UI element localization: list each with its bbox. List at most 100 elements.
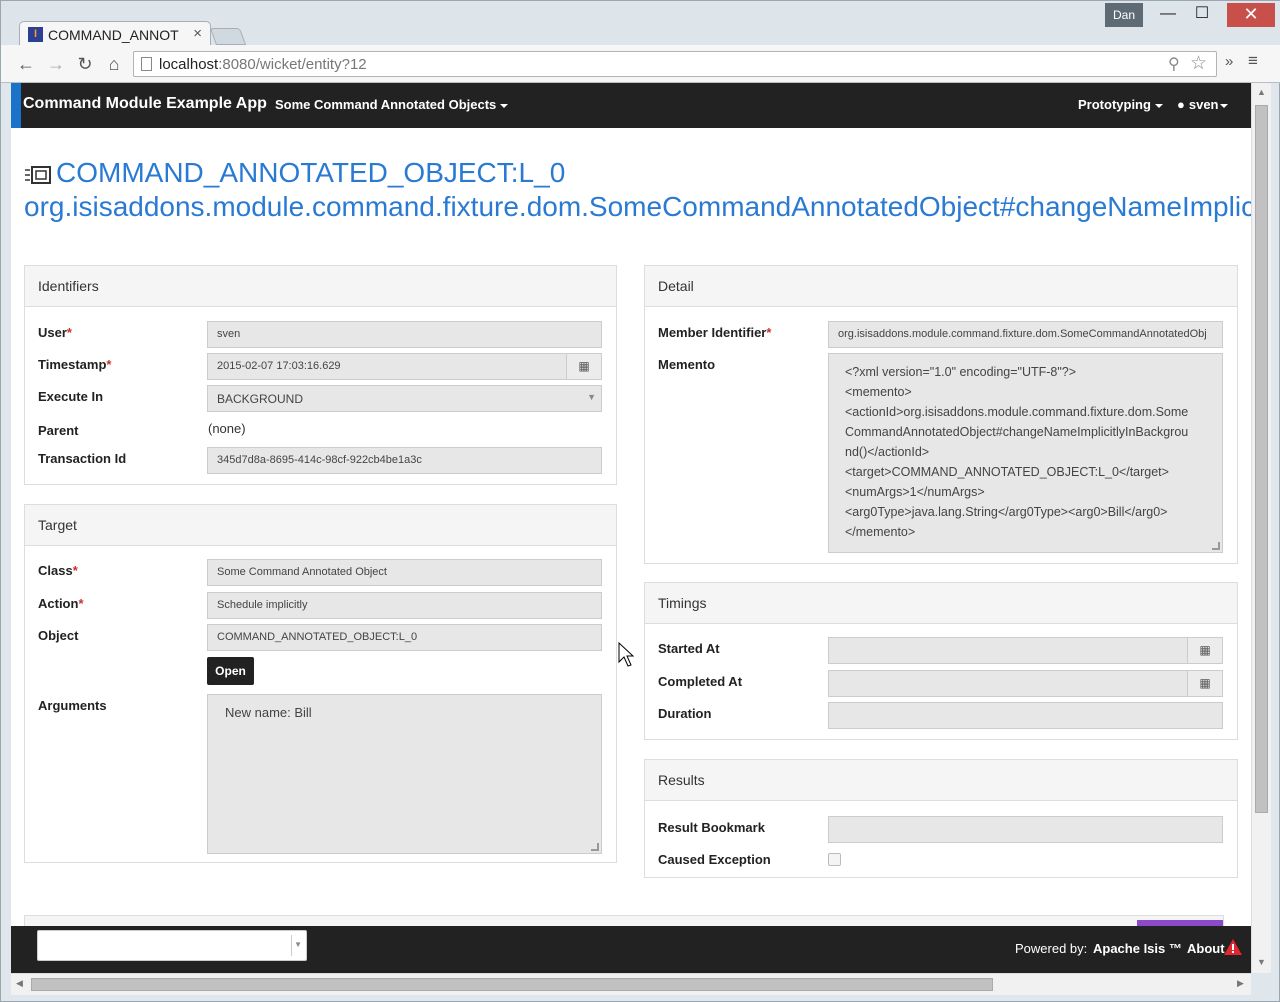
page-icon <box>141 57 152 71</box>
footer-bookmarks-select[interactable]: ▼ <box>37 930 307 961</box>
action-label: Action* <box>38 596 84 611</box>
member-identifier-label: Member Identifier* <box>658 325 772 340</box>
timings-panel: Timings Started At ▦ Completed At ▦ Dura… <box>644 582 1238 740</box>
caret-down-icon <box>1154 103 1163 108</box>
memento-line: nd()</actionId> <box>845 445 930 459</box>
zoom-icon[interactable]: ⚲ <box>1168 54 1180 74</box>
apache-isis-link[interactable]: Apache Isis ™ <box>1093 941 1182 956</box>
scroll-up-arrow-icon[interactable]: ▲ <box>1257 87 1266 97</box>
minimize-icon[interactable]: — <box>1151 3 1185 27</box>
new-tab-button[interactable] <box>209 28 247 45</box>
address-bar[interactable]: localhost:8080/wicket/entity?12 ⚲ ☆ <box>133 51 1217 77</box>
memento-line: </memento> <box>845 525 916 539</box>
navbar-accent <box>11 83 21 128</box>
url-text: localhost:8080/wicket/entity?12 <box>159 56 367 73</box>
user-icon: ● <box>1177 97 1185 112</box>
scroll-down-arrow-icon[interactable]: ▼ <box>1257 957 1266 967</box>
arguments-label: Arguments <box>38 698 107 713</box>
class-field[interactable]: Some Command Annotated Object <box>207 559 602 586</box>
completed-at-field[interactable] <box>828 670 1188 697</box>
app-brand[interactable]: Command Module Example App <box>23 95 267 113</box>
member-identifier-field[interactable]: org.isisaddons.module.command.fixture.do… <box>828 321 1223 348</box>
browser-tab[interactable]: I COMMAND_ANNOT × <box>19 21 211 47</box>
identifiers-panel: Identifiers User* sven Timestamp* 2015-0… <box>24 265 617 485</box>
object-field[interactable]: COMMAND_ANNOTATED_OBJECT:L_0 <box>207 624 602 651</box>
duration-field[interactable] <box>828 702 1223 729</box>
vertical-scrollbar[interactable]: ▲ ▼ <box>1251 83 1271 973</box>
entity-type-icon <box>25 166 51 184</box>
caret-down-icon <box>500 103 509 108</box>
window-close-icon[interactable]: ✕ <box>1227 3 1275 27</box>
caused-exception-checkbox[interactable] <box>828 853 841 866</box>
result-bookmark-field[interactable] <box>828 816 1223 843</box>
results-panel: Results Result Bookmark Caused Exception <box>644 759 1238 878</box>
memento-line: <actionId>org.isisaddons.module.command.… <box>845 405 1189 419</box>
caret-down-icon <box>1219 103 1228 108</box>
execute-in-select[interactable]: BACKGROUND ▼ <box>207 385 602 412</box>
started-at-field[interactable] <box>828 637 1188 664</box>
extensions-chevron-icon[interactable]: » <box>1225 53 1233 70</box>
user-field[interactable]: sven <box>207 321 602 348</box>
page-subtitle[interactable]: org.isisaddons.module.command.fixture.do… <box>24 191 1251 223</box>
warning-icon[interactable] <box>1223 938 1243 956</box>
page-title[interactable]: COMMAND_ANNOTATED_OBJECT:L_0 <box>56 157 565 189</box>
calendar-icon[interactable]: ▦ <box>566 353 602 380</box>
about-link[interactable]: About <box>1187 941 1225 956</box>
arguments-textarea[interactable]: New name: Bill <box>207 694 602 854</box>
reload-icon[interactable]: ↻ <box>74 53 96 75</box>
parent-value: (none) <box>208 421 246 436</box>
page-viewport: Command Module Example App Some Command … <box>11 83 1251 973</box>
menu-user[interactable]: ● sven <box>1177 97 1228 112</box>
parent-label: Parent <box>38 423 79 438</box>
memento-line: <?xml version="1.0" encoding="UTF-8"?> <box>845 365 1077 379</box>
class-label: Class* <box>38 563 78 578</box>
calendar-icon[interactable]: ▦ <box>1187 670 1223 697</box>
scroll-right-arrow-icon[interactable]: ▶ <box>1237 978 1244 989</box>
mouse-cursor-icon <box>618 642 634 667</box>
tab-close-icon[interactable]: × <box>193 25 202 42</box>
open-button[interactable]: Open <box>207 657 254 685</box>
app-footer: ▼ Powered by: Apache Isis ™ About <box>11 926 1251 973</box>
user-label: User* <box>38 325 72 340</box>
memento-label: Memento <box>658 357 716 372</box>
completed-at-label: Completed At <box>658 674 743 689</box>
duration-label: Duration <box>658 706 712 721</box>
memento-textarea[interactable]: <?xml version="1.0" encoding="UTF-8"?> <… <box>828 353 1223 553</box>
memento-line: <memento> <box>845 385 912 399</box>
horizontal-scroll-thumb[interactable] <box>31 978 993 991</box>
tab-title: COMMAND_ANNOT <box>48 27 179 43</box>
calendar-icon[interactable]: ▦ <box>1187 637 1223 664</box>
timings-heading: Timings <box>645 583 1237 624</box>
vertical-scroll-thumb[interactable] <box>1255 105 1268 813</box>
profile-user-badge[interactable]: Dan <box>1105 3 1143 27</box>
object-label: Object <box>38 628 79 643</box>
browser-titlebar: I COMMAND_ANNOT × Dan — ☐ ✕ <box>1 1 1280 47</box>
detail-heading: Detail <box>645 266 1237 307</box>
target-heading: Target <box>25 505 616 546</box>
memento-line: CommandAnnotatedObject#changeNameImplici… <box>845 425 1189 439</box>
menu-some-command-annotated-objects[interactable]: Some Command Annotated Objects <box>275 97 509 112</box>
results-heading: Results <box>645 760 1237 801</box>
started-at-label: Started At <box>658 641 720 656</box>
caused-exception-label: Caused Exception <box>658 852 771 867</box>
home-icon[interactable]: ⌂ <box>103 53 125 75</box>
memento-line: <target>COMMAND_ANNOTATED_OBJECT:L_0</ta… <box>845 465 1169 479</box>
transaction-id-label: Transaction Id <box>38 451 127 466</box>
maximize-icon[interactable]: ☐ <box>1185 3 1219 27</box>
bookmark-star-icon[interactable]: ☆ <box>1190 52 1207 75</box>
action-field[interactable]: Schedule implicitly <box>207 592 602 619</box>
resize-grip-icon[interactable] <box>591 843 599 851</box>
menu-hamburger-icon[interactable]: ≡ <box>1248 51 1258 71</box>
isis-favicon-icon: I <box>28 27 43 42</box>
browser-window: I COMMAND_ANNOT × Dan — ☐ ✕ ← → ↻ ⌂ loca… <box>0 0 1280 1002</box>
horizontal-scrollbar[interactable]: ◀ ▶ <box>11 973 1251 995</box>
scroll-left-arrow-icon[interactable]: ◀ <box>16 978 23 989</box>
menu-prototyping[interactable]: Prototyping <box>1078 97 1163 112</box>
memento-line: <numArgs>1</numArgs> <box>845 485 985 499</box>
resize-grip-icon[interactable] <box>1212 542 1220 550</box>
transaction-id-field[interactable]: 345d7d8a-8695-414c-98cf-922cb4be1a3c <box>207 447 602 474</box>
timestamp-field[interactable]: 2015-02-07 17:03:16.629 <box>207 353 567 380</box>
back-arrow-icon[interactable]: ← <box>15 53 37 75</box>
browser-toolbar: ← → ↻ ⌂ localhost:8080/wicket/entity?12 … <box>1 45 1280 83</box>
forward-arrow-icon[interactable]: → <box>45 53 67 75</box>
